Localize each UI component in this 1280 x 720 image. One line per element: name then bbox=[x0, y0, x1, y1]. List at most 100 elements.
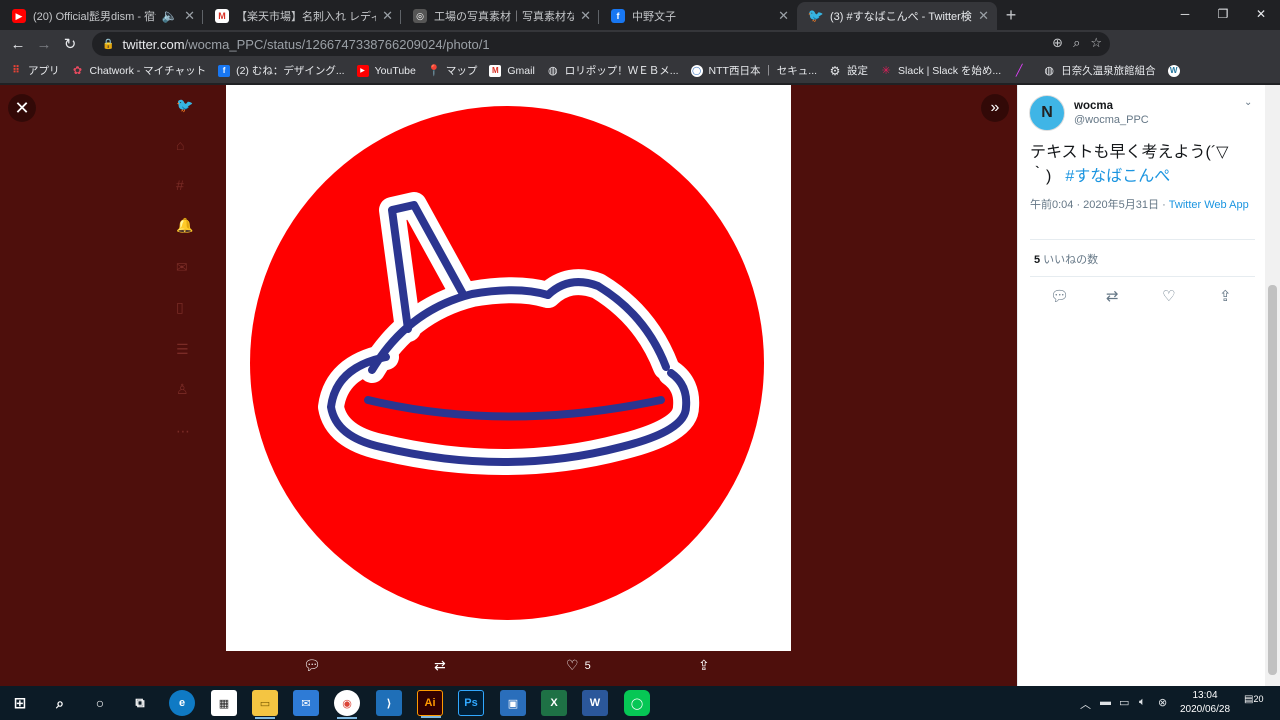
close-icon[interactable]: ✕ bbox=[382, 8, 393, 24]
wordpress-icon: W bbox=[1167, 64, 1180, 77]
bookmark-ntt[interactable]: ◯ NTT西日本 ｜ セキュ... bbox=[690, 63, 817, 78]
bookmark-facebook[interactable]: f (2) むね：デザイング... bbox=[218, 63, 345, 78]
like-button[interactable]: ♡ 5 bbox=[566, 657, 591, 674]
gmail-icon: M bbox=[489, 64, 502, 77]
tweet-timestamp: 午前0:04 · 2020年5月31日 · Twitter Web App bbox=[1030, 198, 1255, 213]
mail-app-icon[interactable]: ✉ bbox=[293, 690, 319, 716]
system-clock[interactable]: 13:04 2020/06/28 bbox=[1175, 689, 1235, 717]
bookmark-gmail[interactable]: M Gmail bbox=[489, 64, 535, 77]
word-icon[interactable]: W bbox=[582, 690, 608, 716]
notification-count: 20 bbox=[1253, 694, 1264, 704]
scrollbar[interactable] bbox=[1265, 85, 1280, 686]
close-icon[interactable]: ✕ bbox=[978, 8, 989, 24]
illustrator-icon[interactable]: Ai bbox=[417, 690, 443, 718]
tweet-photo bbox=[226, 85, 791, 651]
tweet-time[interactable]: 午前0:04 · 2020年5月31日 · bbox=[1030, 199, 1169, 211]
chevron-up-icon[interactable]: ︿ bbox=[1080, 696, 1091, 712]
tab-photo-stock[interactable]: ◎ 工場の写真素材｜写真素材なら「写 ✕ bbox=[401, 2, 599, 30]
address-bar[interactable]: 🔒 twitter.com/wocma_PPC/status/126674733… bbox=[92, 32, 1110, 56]
speaker-icon[interactable]: 🔈 bbox=[162, 8, 178, 24]
tweet-source[interactable]: Twitter Web App bbox=[1169, 199, 1249, 211]
tab-facebook[interactable]: f 中野文子 ✕ bbox=[599, 2, 797, 30]
edge-icon[interactable]: e bbox=[169, 690, 195, 716]
sunaba-logo-image bbox=[250, 106, 764, 620]
bookmark-maps[interactable]: 📍 マップ bbox=[427, 63, 477, 78]
windows-taskbar: ⊞ ⌕ ○ ⧉ e ▦ ▭ ✉ ◉ ⟩ Ai Ps ▣ X W ◯ ︿ ▬ ▭ … bbox=[0, 686, 1280, 720]
gear-icon: ⚙ bbox=[829, 63, 841, 78]
close-icon[interactable]: ✕ bbox=[580, 8, 591, 24]
reply-icon[interactable]: 💬︎ bbox=[1050, 287, 1069, 305]
cortana-icon[interactable]: ○ bbox=[87, 690, 113, 716]
chrome-icon[interactable]: ◉ bbox=[334, 690, 360, 719]
twitter-bird-icon: 🐦 bbox=[807, 8, 825, 23]
likes-label: いいねの数 bbox=[1043, 254, 1099, 266]
tweet-author[interactable]: N wocma @wocma_PPC bbox=[1029, 95, 1149, 131]
expand-panel-button[interactable]: » bbox=[981, 94, 1009, 122]
app-window-icon[interactable]: ▣ bbox=[500, 690, 526, 716]
bookmark-settings[interactable]: ⚙ 設定 bbox=[829, 63, 868, 78]
reply-icon[interactable]: 💬︎ bbox=[303, 657, 321, 674]
bookmark-wordpress[interactable]: W bbox=[1167, 64, 1186, 77]
close-lightbox-button[interactable]: ✕ bbox=[8, 94, 36, 122]
share-icon[interactable]: ⇪ bbox=[1219, 287, 1232, 305]
bookmark-apps[interactable]: ⠿ アプリ bbox=[10, 63, 59, 78]
task-view-icon[interactable]: ⧉ bbox=[127, 690, 153, 716]
likes-summary[interactable]: 5 いいねの数 bbox=[1034, 251, 1098, 267]
avatar[interactable]: N bbox=[1029, 95, 1065, 131]
notification-center[interactable]: ▤20 bbox=[1244, 694, 1268, 712]
chevron-down-icon[interactable]: ⌄ bbox=[1244, 97, 1252, 108]
bookmark-hinagu[interactable]: ◍ 日奈久温泉旅館組合 bbox=[1043, 63, 1155, 78]
windows-start-icon[interactable]: ⊞ bbox=[7, 690, 33, 716]
close-circle-icon[interactable]: ⊗ bbox=[1158, 696, 1167, 709]
url-host: twitter.com bbox=[122, 36, 185, 52]
facebook-icon: f bbox=[611, 9, 625, 23]
photo-action-bar: 💬︎ ⇄ ♡ 5 ⇪ bbox=[226, 657, 791, 681]
network-icon[interactable]: ▭ bbox=[1119, 696, 1129, 709]
tweet-text: テキストも早く考えよう(´▽｀) #すなばこんぺ bbox=[1030, 141, 1255, 189]
clock-time: 13:04 bbox=[1192, 690, 1218, 701]
retweet-icon[interactable]: ⇄ bbox=[1106, 287, 1119, 305]
back-icon[interactable]: ← bbox=[5, 36, 31, 53]
file-explorer-icon[interactable]: ▭ bbox=[252, 690, 278, 719]
new-tab-button[interactable]: + bbox=[997, 2, 1025, 30]
line-app-icon[interactable]: ◯ bbox=[624, 690, 650, 716]
tab-twitter-active[interactable]: 🐦 (3) #すなばこんぺ - Twitter検索 / ✕ bbox=[797, 2, 997, 30]
search-icon[interactable]: ⌕ bbox=[47, 690, 73, 716]
bookmark-pen[interactable]: ╱ bbox=[1013, 65, 1031, 77]
zoom-icon[interactable]: ⌕ bbox=[1073, 35, 1080, 51]
reload-icon[interactable]: ↻ bbox=[57, 35, 83, 53]
battery-icon[interactable]: ▬ bbox=[1100, 696, 1111, 708]
heart-icon[interactable]: ♡ bbox=[1162, 287, 1175, 305]
photoshop-icon[interactable]: Ps bbox=[458, 690, 484, 716]
bookmark-youtube[interactable]: ▶ YouTube bbox=[356, 64, 416, 77]
bookmark-label: ロリポップ！ＷＥＢメ... bbox=[564, 65, 679, 77]
bookmark-slack[interactable]: ✳ Slack | Slack を始め... bbox=[880, 63, 1001, 78]
excel-icon[interactable]: X bbox=[541, 690, 567, 716]
add-icon[interactable]: ⊕ bbox=[1052, 35, 1063, 51]
gmail-icon: M bbox=[215, 9, 229, 23]
star-icon[interactable]: ☆ bbox=[1090, 35, 1102, 51]
scrollbar-thumb[interactable] bbox=[1268, 285, 1277, 675]
close-icon[interactable]: ✕ bbox=[184, 8, 195, 24]
hashtag-link[interactable]: #すなばこんぺ bbox=[1065, 168, 1170, 185]
vscode-icon[interactable]: ⟩ bbox=[376, 690, 402, 716]
close-window-icon[interactable]: ✕ bbox=[1242, 0, 1280, 28]
photo-site-icon: ◎ bbox=[413, 9, 427, 23]
profile-icon: ♙ bbox=[176, 381, 189, 397]
tab-title: 工場の写真素材｜写真素材なら「写 bbox=[434, 11, 575, 23]
tab-rakuten[interactable]: M 【楽天市場】名刺入れ レディース かわ ✕ bbox=[203, 2, 401, 30]
apps-grid-icon: ⠿ bbox=[12, 65, 20, 76]
user-handle[interactable]: @wocma_PPC bbox=[1074, 114, 1149, 126]
minimize-icon[interactable]: ─ bbox=[1166, 0, 1204, 28]
tab-youtube[interactable]: ▶ (20) Official髭男dism - 宿命 🔈 ✕ bbox=[0, 2, 203, 30]
share-icon[interactable]: ⇪ bbox=[698, 657, 710, 674]
bookmark-chatwork[interactable]: ✿ Chatwork - マイチャット bbox=[72, 63, 206, 78]
volume-icon[interactable]: 🔈︎ bbox=[1139, 696, 1146, 709]
maximize-icon[interactable]: ❐ bbox=[1204, 0, 1242, 28]
display-name[interactable]: wocma bbox=[1074, 100, 1149, 112]
forward-icon[interactable]: → bbox=[31, 36, 57, 53]
close-icon[interactable]: ✕ bbox=[778, 8, 789, 24]
store-icon[interactable]: ▦ bbox=[211, 690, 237, 716]
bookmark-lolipop[interactable]: ◍ ロリポップ！ＷＥＢメ... bbox=[547, 63, 679, 78]
retweet-icon[interactable]: ⇄ bbox=[434, 657, 446, 674]
